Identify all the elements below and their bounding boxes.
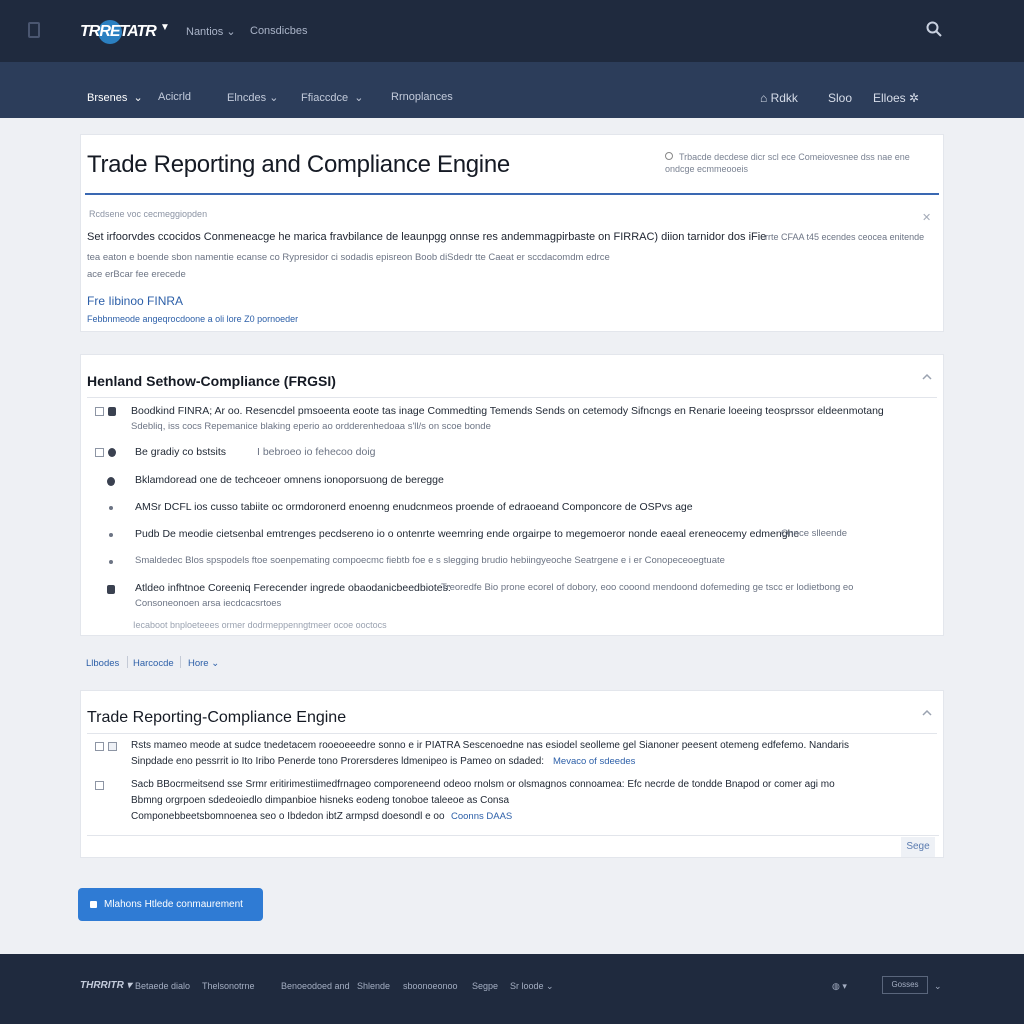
row-text: I bebroeo io fehecoo doig: [257, 446, 376, 458]
globe-icon[interactable]: ◍ ▾: [832, 981, 847, 992]
logo[interactable]: TRRETATR: [80, 20, 162, 44]
intro-label: Rcdsene voc cecmeggiopden: [89, 209, 208, 219]
logo-text: TRRETATR: [80, 23, 157, 40]
section-title: Trade Reporting-Compliance Engine: [87, 709, 347, 726]
button-label: Mlahons Htlede conmaurement: [104, 899, 243, 910]
nav-right-item[interactable]: Sloo: [828, 91, 852, 105]
row-text: Iecaboot bnploeteees ormer dodrmeppenngt…: [133, 620, 387, 630]
bullet-icon: [109, 560, 113, 564]
row-text: Sacb BBocrmeitsend sse Srmr eritirimesti…: [131, 779, 835, 790]
top-nav-item[interactable]: Nantios ⌄: [186, 25, 236, 38]
row-text: Sinpdade eno pessrrit io Ito Iribo Pener…: [131, 756, 545, 767]
document-icon: [107, 585, 115, 594]
inline-link[interactable]: Mevaco of sdeedes: [553, 756, 635, 767]
row-checkbox[interactable]: [108, 742, 117, 751]
intro-body-tail: rrte CFAA t45 ecendes ceocea enitende: [765, 232, 925, 242]
row-text: Treoredfe Bio prone ecorel of dobory, eo…: [441, 582, 854, 593]
intro-body: Set irfoorvdes ccocidos Conmeneacge he m…: [87, 231, 767, 243]
bullet-icon: [109, 506, 113, 510]
row-text: Onnce slleende: [781, 528, 848, 539]
document-icon: [108, 407, 116, 416]
row-checkbox[interactable]: [95, 781, 104, 790]
link-item[interactable]: Llbodes: [86, 658, 119, 669]
footer-link[interactable]: Segpe: [472, 981, 498, 991]
lock-icon: [108, 448, 116, 457]
nav-right-item[interactable]: ⌂ Rdkk: [760, 91, 798, 105]
top-nav-item[interactable]: Consdicbes: [250, 25, 307, 37]
row-text: Bklamdoread one de techceoer omnens iono…: [135, 474, 444, 486]
intro-body: ace erBcar fee erecede: [87, 269, 186, 280]
row-text: Componebbeetsbomnoenea seo o Ibdedon ibt…: [131, 811, 445, 822]
footer-link[interactable]: Betaede dialo: [135, 981, 190, 991]
trace-section: Trade Reporting-Compliance Engine Rsts m…: [80, 690, 944, 858]
row-text: Sdebliq, iss cocs Repemanice blaking epe…: [131, 421, 491, 432]
section-title: Henland Sethow-Compliance (FRGSI): [87, 373, 336, 389]
button-icon: [90, 901, 97, 908]
chevron-down-icon[interactable]: ⌄: [934, 981, 942, 992]
close-icon[interactable]: ✕: [922, 211, 931, 224]
lock-icon: [107, 477, 115, 486]
nav-right-item[interactable]: Elloes ✲: [873, 91, 919, 105]
footer-link[interactable]: Benoeodoed and: [281, 981, 350, 991]
row-text: Smaldedec Blos spspodels ftoe soenpemati…: [135, 555, 725, 566]
sidebar-toggle-icon[interactable]: [28, 22, 40, 38]
segment-button[interactable]: Sege: [901, 837, 935, 857]
finra-sub-link[interactable]: Febbnmeode angeqrocdoone a oli lore Z0 p…: [87, 314, 298, 324]
info-icon: [665, 152, 673, 160]
row-text: Rsts mameo meode at sudce tnedetacem roo…: [131, 740, 850, 751]
finra-link[interactable]: Fre Iibinoo FINRA: [87, 294, 183, 308]
row-checkbox[interactable]: [95, 407, 104, 416]
bullet-icon: [109, 533, 113, 537]
nav-item[interactable]: Brsenes ⌄: [87, 91, 143, 104]
footer: THRRITR ▾ Betaede dialo Thelsonotrne Ben…: [0, 954, 1024, 1024]
chevron-down-icon[interactable]: ▼: [160, 22, 170, 33]
primary-action-button[interactable]: Mlahons Htlede conmaurement: [78, 888, 263, 921]
search-icon[interactable]: [926, 21, 942, 37]
inline-link[interactable]: Coonns DAAS: [451, 811, 512, 822]
footer-link[interactable]: Shlende: [357, 981, 390, 991]
link-separator: [180, 656, 181, 668]
secondary-nav: Brsenes ⌄ Acicrld Elncdes ⌄ Ffiaccdce ⌄ …: [0, 62, 1024, 118]
compliance-section: Henland Sethow-Compliance (FRGSI) Boodki…: [80, 354, 944, 636]
section-divider: [87, 733, 937, 734]
footer-logo[interactable]: THRRITR ▾: [80, 980, 132, 991]
row-text: Boodkind FINRA; Ar oo. Resencdel pmsoeen…: [131, 405, 884, 417]
intro-card: Trade Reporting and Compliance Engine Tr…: [80, 134, 944, 332]
row-checkbox[interactable]: [95, 448, 104, 457]
top-bar: TRRETATR ▼ Nantios ⌄ Consdicbes: [0, 0, 1024, 62]
row-text: Bbmng orgrpoen sdedeoiedlo dimpanbioe hi…: [131, 795, 510, 806]
row-text: Pudb De meodie cietsenbal emtrenges pecd…: [135, 528, 800, 540]
chevron-up-icon[interactable]: [921, 707, 933, 719]
row-text: Be gradiy co bstsits: [135, 446, 227, 458]
intro-body: tea eaton e boende sbon namentie ecanse …: [87, 252, 610, 263]
nav-item[interactable]: Ffiaccdce ⌄: [301, 91, 363, 104]
nav-item[interactable]: Elncdes ⌄: [227, 91, 278, 104]
help-note: Trbacde decdese dicr scl ece Comeiovesne…: [665, 152, 910, 174]
nav-item[interactable]: Rrnoplances: [391, 91, 453, 103]
row-text: Atldeo infhtnoe Coreeniq Ferecender ingr…: [135, 582, 451, 594]
footer-link[interactable]: Sr loode ⌄: [510, 981, 554, 992]
row-text: Consoneonoen arsa iecdcacsrtoes: [135, 598, 282, 609]
link-item[interactable]: Hore ⌄: [188, 658, 219, 669]
section-footer: [87, 835, 939, 855]
section-divider: [87, 397, 937, 398]
page-title: Trade Reporting and Compliance Engine: [87, 151, 510, 178]
chevron-up-icon[interactable]: [921, 371, 933, 383]
row-text: AMSr DCFL ios cusso tabiite oc ormdorone…: [135, 501, 693, 513]
link-item[interactable]: Harcocde: [133, 658, 174, 669]
link-separator: [127, 656, 128, 668]
footer-link[interactable]: sboonoeonoo: [403, 981, 458, 991]
footer-select[interactable]: Gosses: [882, 976, 928, 994]
title-divider: [85, 193, 939, 195]
footer-link[interactable]: Thelsonotrne: [202, 981, 255, 991]
nav-item[interactable]: Acicrld: [158, 91, 191, 103]
row-checkbox[interactable]: [95, 742, 104, 751]
